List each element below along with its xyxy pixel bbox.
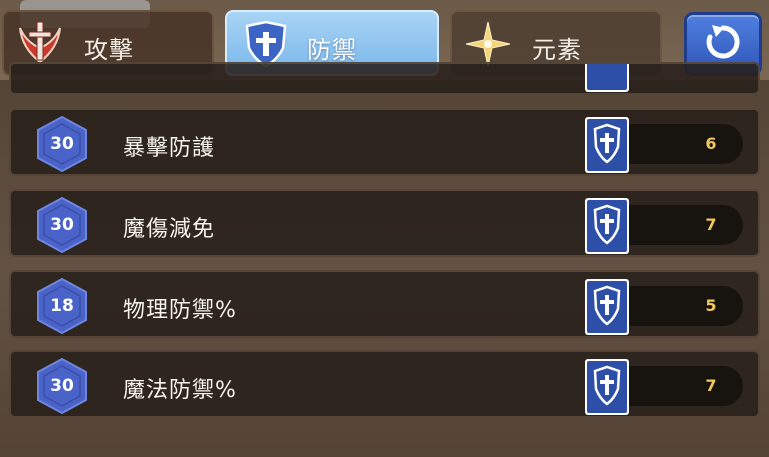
list-item[interactable]: 18 物理防禦% 5 xyxy=(9,270,760,338)
shield-icon xyxy=(585,64,629,92)
stat-value: 6 xyxy=(705,134,717,153)
shield-icon xyxy=(585,359,629,415)
stat-value: 5 xyxy=(705,296,717,315)
tab-defense-label: 防禦 xyxy=(307,36,357,64)
shield-icon xyxy=(585,279,629,335)
level-number: 30 xyxy=(50,215,74,235)
refresh-icon xyxy=(702,21,744,67)
list-item[interactable]: 30 暴擊防護 6 xyxy=(9,108,760,176)
list-item[interactable]: 30 魔法防禦% 7 xyxy=(9,350,760,418)
level-number: 30 xyxy=(50,376,74,396)
level-badge: 18 xyxy=(33,277,91,335)
stat-name: 暴擊防護 xyxy=(123,136,216,161)
stat-name: 魔法防禦% xyxy=(123,378,237,403)
level-number: 18 xyxy=(50,296,74,316)
level-badge: 30 xyxy=(33,196,91,254)
shield-icon xyxy=(585,117,629,173)
list-item[interactable]: 30 魔傷減免 7 xyxy=(9,189,760,257)
tab-attack-label: 攻擊 xyxy=(84,36,134,64)
stat-name: 魔傷減免 xyxy=(123,217,216,242)
list-item-partial xyxy=(9,62,760,95)
level-badge: 30 xyxy=(33,357,91,415)
level-badge: 30 xyxy=(33,115,91,173)
level-number: 30 xyxy=(50,134,74,154)
stat-value: 7 xyxy=(705,376,717,395)
stat-value: 7 xyxy=(705,215,717,234)
tab-element-label: 元素 xyxy=(532,36,582,64)
shield-icon xyxy=(585,198,629,254)
stat-name: 物理防禦% xyxy=(123,298,237,323)
